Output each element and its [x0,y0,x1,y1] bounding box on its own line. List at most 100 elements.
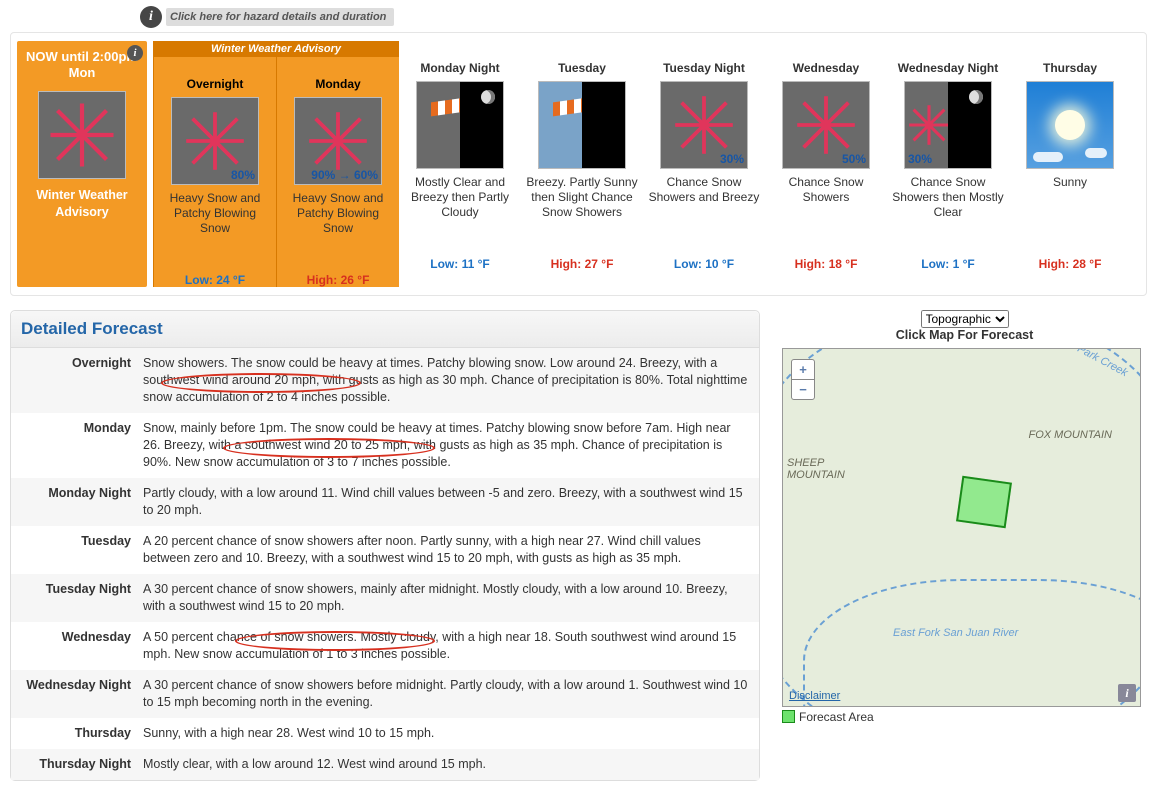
detailed-label: Tuesday Night [21,581,143,615]
zoom-in-button[interactable]: + [792,360,814,379]
short-forecast: Heavy Snow and Patchy Blowing Snow [154,189,276,273]
map-click-text: Click Map For Forecast [896,328,1034,342]
low-temp: Low: 1 °F [921,257,974,271]
period-name: Tuesday Night [643,41,765,77]
precip-pct: 90% → 60% [311,168,378,182]
hazard-banner[interactable]: i Click here for hazard details and dura… [140,6,1147,28]
high-temp: High: 28 °F [1039,257,1102,271]
snowflake-icon [38,91,126,179]
detailed-label: Wednesday Night [21,677,143,711]
detailed-row: Tuesday NightA 30 percent chance of snow… [11,574,759,622]
detailed-label: Monday [21,420,143,471]
detailed-label: Wednesday [21,629,143,663]
detailed-row: WednesdayA 50 percent chance of snow sho… [11,622,759,670]
snowflake-icon: 30% [660,81,748,169]
precip-pct: 50% [842,152,866,166]
period-name: Wednesday [765,41,887,77]
advisory-time: NOW until 2:00pm Mon [21,49,143,87]
precip-pct: 80% [231,168,255,182]
forecast-card[interactable]: Overnight 80% Heavy Snow and Patchy Blow… [153,41,276,287]
high-temp: High: 26 °F [307,273,370,287]
map-label: SHEEP MOUNTAIN [787,457,857,481]
map-panel: Topographic Click Map For Forecast FOX M… [782,310,1147,781]
low-temp: Low: 11 °F [430,257,489,271]
info-icon[interactable]: i [1118,684,1136,702]
detailed-label: Overnight [21,355,143,406]
short-forecast: Mostly Clear and Breezy then Partly Clou… [399,173,521,257]
forecast-card[interactable]: Tuesday Night 30% Chance Snow Showers an… [643,41,765,287]
snowflake-icon: 80% [171,97,259,185]
zoom-out-button[interactable]: − [792,379,814,399]
short-forecast: Chance Snow Showers and Breezy [643,173,765,257]
snowflake-icon: 50% [782,81,870,169]
detailed-text: Mostly clear, with a low around 12. West… [143,756,749,773]
detailed-row: Wednesday NightA 30 percent chance of sn… [11,670,759,718]
map-label: East Fork San Juan River [893,627,1018,639]
windsock-icon [553,98,587,117]
detailed-label: Monday Night [21,485,143,519]
high-temp: High: 18 °F [795,257,858,271]
low-temp: Low: 24 °F [185,273,245,287]
hazard-text: Click here for hazard details and durati… [166,8,394,26]
wind-snow-icon: 20% [538,81,626,169]
forecast-card[interactable]: Thursday Sunny High: 28 °F [1009,41,1131,287]
forecast-card[interactable]: Monday 90% → 60% Heavy Snow and Patchy B… [276,41,399,287]
detailed-text: A 30 percent chance of snow showers befo… [143,677,749,711]
detailed-text: Partly cloudy, with a low around 11. Win… [143,485,749,519]
advisory-period-group: Winter Weather Advisory Overnight 80% He… [153,41,399,287]
detailed-text: Snow, mainly before 1pm. The snow could … [143,420,749,471]
annotation-circle [223,438,435,458]
detailed-row: Thursday NightMostly clear, with a low a… [11,749,759,780]
forecast-card[interactable]: Wednesday 50% Chance Snow Showers High: … [765,41,887,287]
annotation-circle [161,373,361,393]
low-temp: Low: 10 °F [674,257,734,271]
short-forecast: Breezy. Partly Sunny then Slight Chance … [521,173,643,257]
period-name: Thursday [1009,41,1131,77]
detailed-row: ThursdaySunny, with a high near 28. West… [11,718,759,749]
high-temp: High: 27 °F [551,257,614,271]
detailed-text: A 20 percent chance of snow showers afte… [143,533,749,567]
detailed-row: OvernightSnow showers. The snow could be… [11,348,759,413]
forecast-area-marker [956,476,1012,529]
precip-pct: 30% [908,152,932,166]
info-icon: i [140,6,162,28]
short-forecast: Heavy Snow and Patchy Blowing Snow [277,189,399,273]
detailed-text: Snow showers. The snow could be heavy at… [143,355,749,406]
wind-night-icon [416,81,504,169]
forecast-card[interactable]: Wednesday Night 30% Chance Snow Showers … [887,41,1009,287]
forecast-card[interactable]: Monday Night Mostly Clear and Breezy the… [399,41,521,287]
short-forecast: Sunny [1009,173,1131,257]
forecast-card[interactable]: Tuesday 20% Breezy. Partly Sunny then Sl… [521,41,643,287]
map-zoom-controls: + − [791,359,815,400]
advisory-card[interactable]: i NOW until 2:00pm Mon Winter Weather Ad… [17,41,147,287]
forecast-map[interactable]: FOX MOUNTAIN SHEEP MOUNTAIN Park Creek E… [782,348,1141,707]
basemap-select[interactable]: Topographic [921,310,1009,328]
advisory-label: Winter Weather Advisory [21,187,143,221]
detailed-label: Tuesday [21,533,143,567]
short-forecast: Chance Snow Showers then Mostly Clear [887,173,1009,257]
detailed-text: A 50 percent chance of snow showers. Mos… [143,629,749,663]
moon-icon [481,90,495,104]
map-label: FOX MOUNTAIN [1028,429,1112,441]
detailed-row: TuesdayA 20 percent chance of snow showe… [11,526,759,574]
detailed-row: Monday NightPartly cloudy, with a low ar… [11,478,759,526]
snow-night-icon: 30% [904,81,992,169]
annotation-circle [235,631,435,651]
map-legend: Forecast Area [782,710,1147,724]
short-forecast: Chance Snow Showers [765,173,887,257]
detailed-text: Sunny, with a high near 28. West wind 10… [143,725,749,742]
windsock-icon [431,98,465,117]
info-icon: i [127,45,143,61]
period-name: Tuesday [521,41,643,77]
sun-icon [1026,81,1114,169]
detailed-label: Thursday Night [21,756,143,773]
detailed-forecast-panel: Detailed Forecast OvernightSnow showers.… [10,310,760,781]
forecast-row: i NOW until 2:00pm Mon Winter Weather Ad… [10,32,1147,296]
period-name: Wednesday Night [887,41,1009,77]
snowflake-icon: 90% → 60% [294,97,382,185]
detailed-row: MondaySnow, mainly before 1pm. The snow … [11,413,759,478]
map-disclaimer-link[interactable]: Disclaimer [789,690,840,702]
moon-icon [969,90,983,104]
detailed-text: A 30 percent chance of snow showers, mai… [143,581,749,615]
advisory-band: Winter Weather Advisory [153,41,399,57]
